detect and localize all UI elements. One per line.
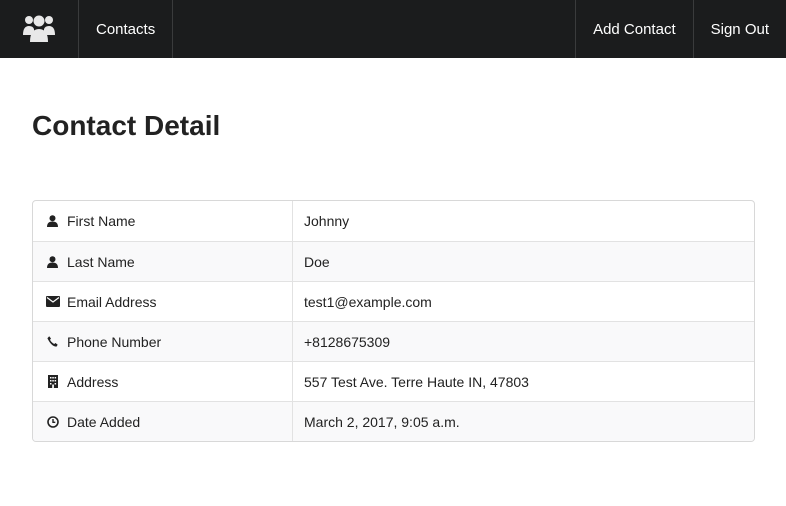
row-label-cell: First Name (33, 201, 293, 241)
row-value: Johnny (304, 213, 350, 229)
row-label-cell: Phone Number (33, 322, 293, 361)
row-value: Doe (304, 253, 330, 270)
nav-sign-out-label: Sign Out (710, 20, 769, 38)
row-label-cell: Last Name (33, 242, 293, 281)
table-row: Email Address test1@example.com (33, 281, 754, 321)
row-value: +8128675309 (304, 333, 391, 350)
nav-add-contact-link[interactable]: Add Contact (575, 0, 693, 58)
top-navbar: Contacts Add Contact Sign Out (0, 0, 786, 58)
building-icon (45, 375, 60, 389)
table-row: Last Name Doe (33, 241, 754, 281)
table-row: First Name Johnny (33, 201, 754, 241)
row-label: Phone Number (67, 333, 162, 350)
nav-sign-out-link[interactable]: Sign Out (692, 0, 786, 58)
contact-detail-table: First Name Johnny Last Name Doe Email Ad… (32, 200, 755, 442)
table-row: Address 557 Test Ave. Terre Haute IN, 47… (33, 361, 754, 401)
row-label-cell: Email Address (33, 282, 293, 321)
table-row: Phone Number +8128675309 (33, 321, 754, 361)
row-value: 557 Test Ave. Terre Haute IN, 47803 (304, 373, 529, 390)
row-label: Email Address (67, 293, 157, 310)
row-label: Address (67, 373, 119, 390)
row-label: Last Name (67, 253, 135, 270)
phone-icon (45, 335, 60, 349)
row-value: March 2, 2017, 9:05 a.m. (304, 413, 460, 430)
nav-contacts-label: Contacts (96, 20, 156, 38)
table-row: Date Added March 2, 2017, 9:05 a.m. (33, 401, 754, 441)
envelope-icon (45, 295, 60, 309)
row-label-cell: Date Added (33, 402, 293, 441)
users-icon (22, 11, 56, 48)
nav-add-contact-label: Add Contact (593, 20, 676, 38)
row-label: First Name (67, 213, 136, 229)
row-value: test1@example.com (304, 293, 432, 310)
page-title: Contact Detail (32, 110, 221, 141)
user-icon (45, 214, 60, 228)
brand-logo-link[interactable] (0, 0, 79, 58)
row-label-cell: Address (33, 362, 293, 401)
user-icon (45, 255, 60, 269)
row-label: Date Added (67, 413, 141, 430)
nav-contacts-link[interactable]: Contacts (79, 0, 174, 58)
clock-icon (45, 415, 60, 429)
